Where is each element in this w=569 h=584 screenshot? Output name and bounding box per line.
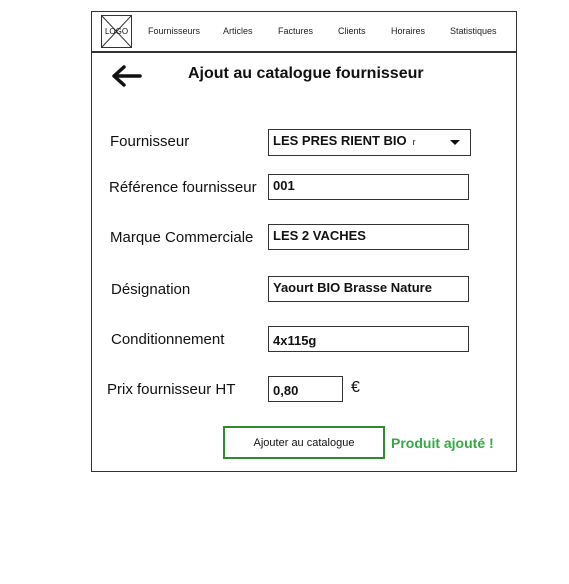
logo[interactable]: LOGO bbox=[101, 15, 132, 48]
marque-label: Marque Commerciale bbox=[110, 229, 254, 246]
conditionnement-label: Conditionnement bbox=[111, 331, 225, 348]
fournisseur-select-mark: r bbox=[412, 137, 416, 147]
conditionnement-field[interactable]: 4x115g bbox=[268, 326, 469, 352]
add-to-catalogue-button[interactable]: Ajouter au catalogue bbox=[223, 426, 385, 459]
designation-field[interactable]: Yaourt BIO Brasse Nature bbox=[268, 276, 469, 302]
fournisseur-select-value: LES PRES RIENT BIO bbox=[273, 133, 407, 148]
prix-field[interactable]: 0,80 bbox=[268, 376, 343, 402]
currency-symbol: € bbox=[351, 379, 360, 396]
nav-item-clients[interactable]: Clients bbox=[338, 26, 366, 36]
reference-label: Référence fournisseur bbox=[109, 179, 257, 196]
nav-item-articles[interactable]: Articles bbox=[223, 26, 253, 36]
success-message: Produit ajouté ! bbox=[391, 435, 494, 451]
nav-item-horaires[interactable]: Horaires bbox=[391, 26, 425, 36]
nav-item-statistiques[interactable]: Statistiques bbox=[450, 26, 497, 36]
reference-field[interactable]: 001 bbox=[268, 174, 469, 200]
designation-label: Désignation bbox=[111, 281, 191, 298]
logo-text: LOGO bbox=[104, 27, 129, 36]
app-window: LOGO Fournisseurs Articles Factures Clie… bbox=[91, 11, 517, 472]
back-arrow-icon[interactable] bbox=[110, 64, 142, 93]
fournisseur-label: Fournisseur bbox=[110, 133, 190, 150]
top-navbar: LOGO Fournisseurs Articles Factures Clie… bbox=[92, 12, 516, 53]
page-title: Ajout au catalogue fournisseur bbox=[188, 65, 424, 82]
prix-label: Prix fournisseur HT bbox=[107, 381, 236, 398]
nav-item-factures[interactable]: Factures bbox=[278, 26, 313, 36]
marque-field[interactable]: LES 2 VACHES bbox=[268, 224, 469, 250]
chevron-down-icon[interactable] bbox=[450, 140, 460, 146]
nav-item-fournisseurs[interactable]: Fournisseurs bbox=[148, 26, 200, 36]
fournisseur-select[interactable]: LES PRES RIENT BIO r bbox=[268, 129, 471, 156]
